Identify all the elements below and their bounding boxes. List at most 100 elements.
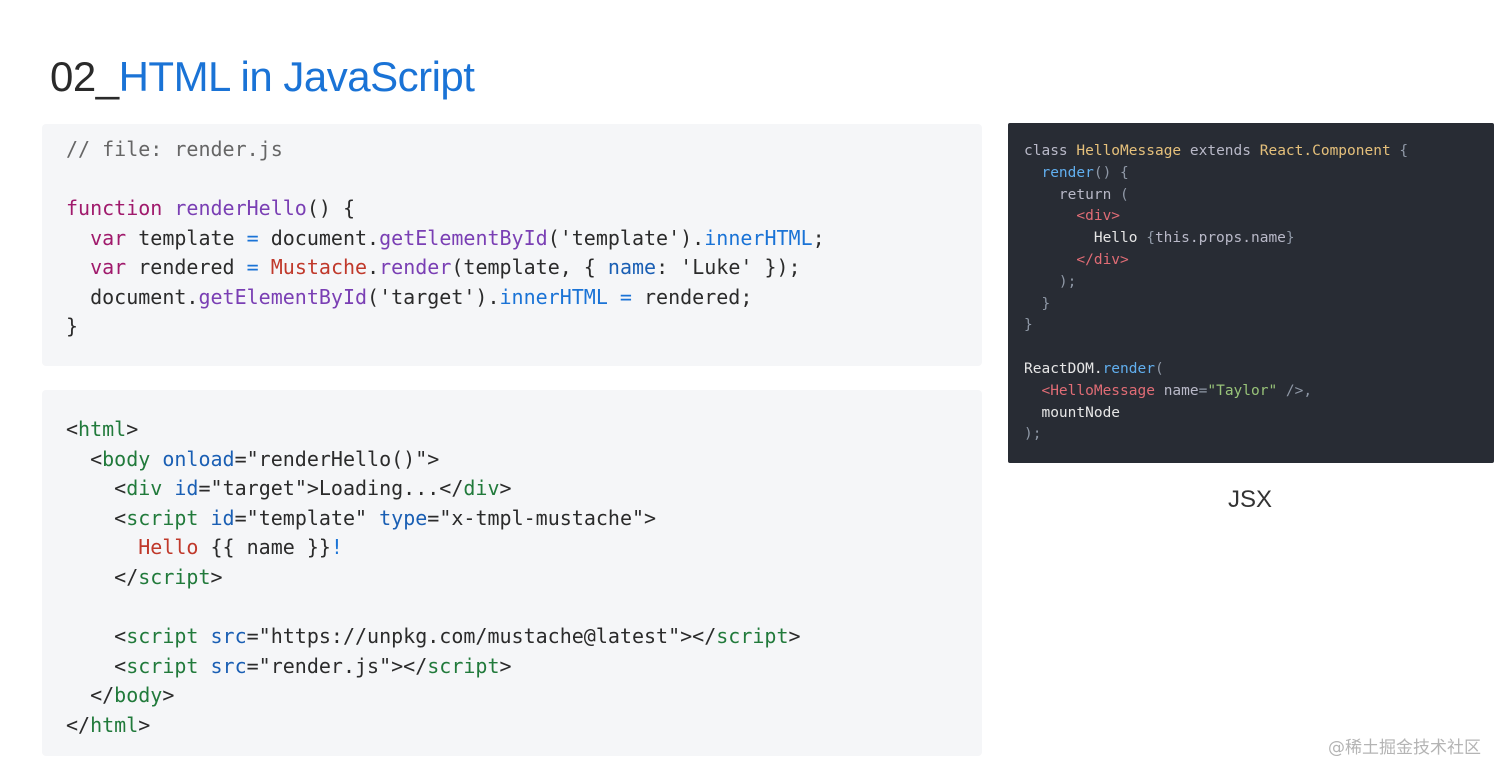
code-token: id [174,476,199,501]
code-token: < [66,653,127,678]
code-token: } [66,314,79,338]
code-token: ( [1154,361,1164,377]
code-token: html [90,713,139,737]
code-line: } [66,311,78,341]
code-token: React.Component [1259,143,1391,159]
code-token: src [210,624,247,649]
code-token: > [138,713,151,737]
code-token: document. [66,284,199,309]
code-token: < [66,417,79,441]
code-token: function [66,196,163,220]
code-token: { [1390,143,1409,159]
code-token: Hello [1024,230,1147,247]
code-token: ReactDOM. [1024,361,1103,377]
code-token: body [102,446,151,471]
code-token: render [1102,361,1155,377]
code-token: < [66,505,127,530]
code-token: id [210,505,235,530]
watermark: @稀土掘金技术社区 [1328,738,1481,758]
code-token: innerHTML [499,284,608,309]
code-token: type [379,505,428,530]
code-token: src [210,653,247,678]
jsx-caption: JSX [1228,486,1273,513]
code-token: script [126,505,199,530]
code-token: var [90,225,127,250]
code-token: (template, { [451,255,608,279]
code-line: </html> [66,710,150,740]
code-line: </script> [66,562,222,592]
code-line: <body onload="renderHello()"> [66,444,439,474]
code-token: innerHTML [704,225,813,250]
code-token: return [1058,186,1112,203]
code-token: {{ name }} [198,535,331,560]
slide-title-text: HTML in JavaScript [118,53,475,100]
code-line: <script src="https://unpkg.com/mustache@… [66,621,800,651]
code-token: class [1024,143,1077,159]
code-token: script [138,565,211,589]
code-token: Hello [138,535,199,560]
code-line: // file: render.js [66,134,283,164]
code-token: </ [66,683,115,708]
code-token: > [499,476,512,501]
code-token: = [246,255,259,279]
code-token: HelloMessage [1076,143,1182,159]
code-line: <div id="target">Loading...</div> [66,473,512,503]
code-line: <HelloMessage name="Taylor" />, [1024,380,1312,402]
code-line: <html> [66,414,138,444]
code-token: <div> [1076,208,1121,225]
code-token: mountNode [1024,404,1121,421]
code-token: ="renderHello()"> [234,446,440,471]
code-token: />, [1277,382,1313,399]
code-token: html [78,417,127,441]
code-token: } [1285,230,1295,247]
code-token: name [607,255,657,279]
code-token: div [126,476,163,501]
code-token: ('template'). [547,225,705,250]
code-token: ="template" [234,505,380,530]
code-token: } [1024,317,1033,334]
code-line: function renderHello() { [66,193,355,223]
code-line: } [1024,293,1050,315]
code-token: "Taylor" [1207,382,1278,399]
code-line: var rendered = Mustache.render(template,… [66,252,800,282]
code-token: this.props.name [1154,230,1286,247]
code-token: </ [66,565,139,589]
html-code-block: <html> <body onload="renderHello()"> <di… [42,390,982,756]
code-token: ="x-tmpl-mustache"> [427,505,657,530]
code-token: ="target">Loading...</ [198,476,464,501]
code-token: div [463,476,500,501]
code-token: < [66,624,127,649]
code-token: ); [1024,273,1077,290]
code-line: <script src="render.js"></script> [66,651,511,681]
code-token: Mustache [270,255,368,279]
code-line: ReactDOM.render( [1024,358,1164,380]
code-token: body [114,683,163,708]
code-token: () { [1093,164,1129,181]
js-code-block: // file: render.js function renderHello()… [42,124,982,366]
code-token: extends [1181,143,1260,159]
code-token: > [162,683,175,708]
code-line: <script id="template" type="x-tmpl-musta… [66,503,656,533]
code-token: name [1163,382,1199,399]
code-token: } [1024,295,1051,312]
code-token: < [66,446,103,471]
code-token: renderHello [174,196,307,220]
slide-title: 02_HTML in JavaScript [50,52,475,102]
code-line: mountNode [1024,402,1120,424]
code-token: render [1041,164,1094,181]
code-token: ( [1111,186,1129,203]
code-token: // file: render.js [66,137,283,161]
slide-number: 02_ [50,53,119,100]
code-token: document. [258,225,380,250]
code-token: <HelloMessage [1041,382,1155,399]
code-line: ); [1024,271,1076,293]
code-token: . [367,255,380,279]
